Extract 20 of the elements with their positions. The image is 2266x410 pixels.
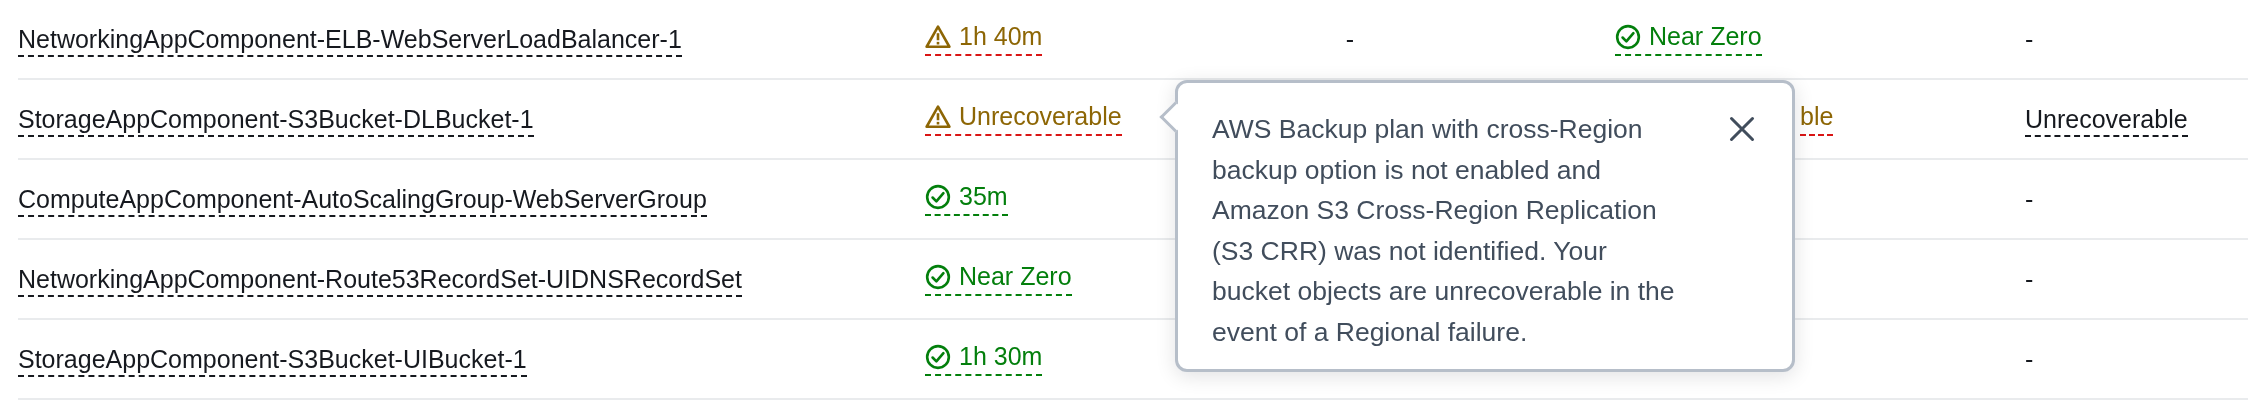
empty-value: - [2025,344,2034,374]
empty-value: - [2025,184,2034,214]
status-label[interactable]: 1h 30m [925,342,1043,376]
resource-name-link[interactable]: NetworkingAppComponent-Route53RecordSet-UIDNSRecordSet [18,264,742,297]
status-label[interactable]: Near Zero [1615,22,1762,56]
resource-name-link[interactable]: StorageAppComponent-S3Bucket-UIBucket-1 [18,344,527,377]
status-label[interactable]: Near Zero [925,262,1072,296]
status-label[interactable]: Unrecoverable [925,102,1122,136]
resource-name-link[interactable]: NetworkingAppComponent-ELB-WebServerLoadBalancer-1 [18,24,682,57]
status-label[interactable]: 35m [925,182,1008,216]
resource-name-link[interactable]: ComputeAppComponent-AutoScalingGroup-WebServerGroup [18,184,707,217]
status-label[interactable]: 1h 40m [925,22,1043,56]
resource-name-link[interactable]: StorageAppComponent-S3Bucket-DLBucket-1 [18,104,534,137]
empty-value: - [1345,24,1355,54]
empty-value: - [2025,24,2034,54]
close-icon[interactable] [1728,115,1756,143]
empty-value: - [2025,264,2034,294]
status-link[interactable]: Unrecoverable [2025,104,2188,137]
status-label[interactable]: ble [1800,102,1834,136]
popover-text: AWS Backup plan with cross-Region backup option is not enabled and Amazon S3 Cross-Region Replication (S3 CRR) was not identified. Your bucket objects are unrecoverable in the event of a Regional failure. [1212,113,1676,349]
